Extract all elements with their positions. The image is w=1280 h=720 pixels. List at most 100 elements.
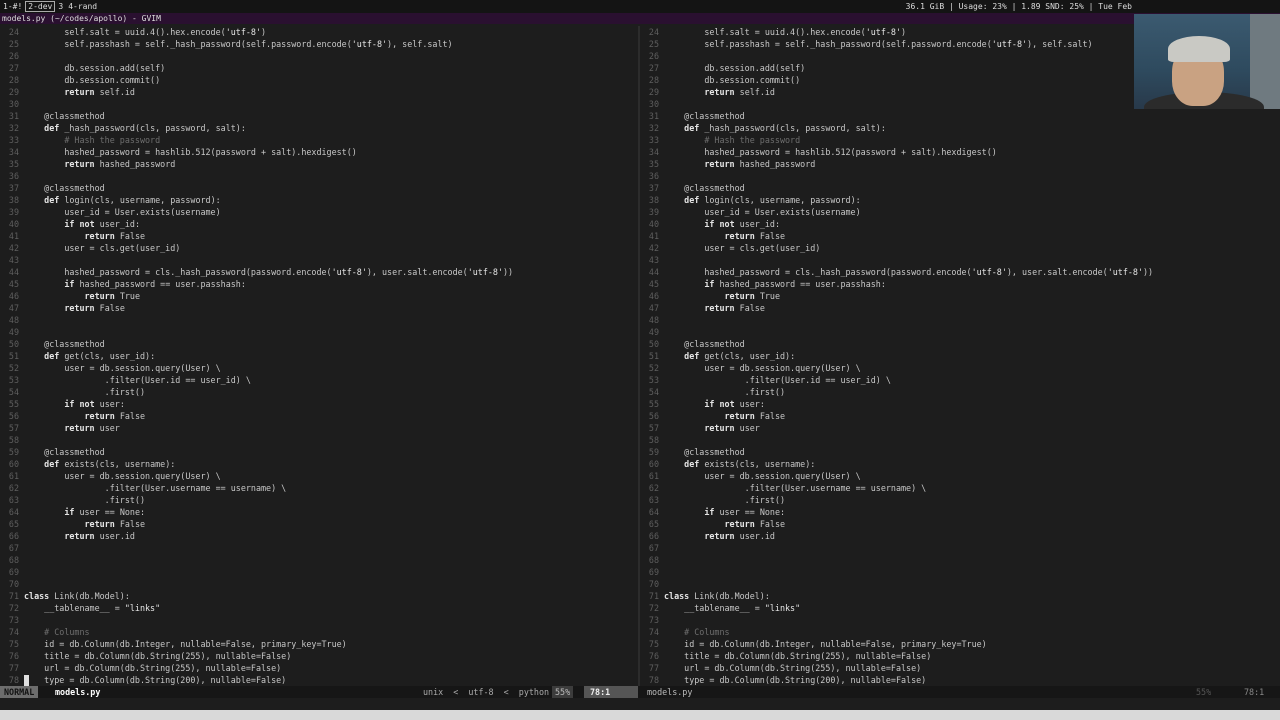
editor-pane-left[interactable]: 24 self.salt = uuid.4().hex.encode('utf-… (0, 26, 638, 686)
code-line[interactable]: 57 return user (640, 422, 1280, 434)
code-line[interactable]: 50 @classmethod (640, 338, 1280, 350)
editor-pane-right[interactable]: 24 self.salt = uuid.4().hex.encode('utf-… (640, 26, 1280, 686)
code-line[interactable]: 66 return user.id (0, 530, 638, 542)
code-line[interactable]: 44 hashed_password = cls._hash_password(… (0, 266, 638, 278)
code-line[interactable]: 73 (640, 614, 1280, 626)
code-line[interactable]: 66 return user.id (640, 530, 1280, 542)
code-line[interactable]: 73 (0, 614, 638, 626)
code-line[interactable]: 58 (640, 434, 1280, 446)
code-line[interactable]: 42 user = cls.get(user_id) (640, 242, 1280, 254)
code-line[interactable]: 38 def login(cls, username, password): (640, 194, 1280, 206)
code-line[interactable]: 50 @classmethod (0, 338, 638, 350)
code-line[interactable]: 32 def _hash_password(cls, password, sal… (640, 122, 1280, 134)
code-line[interactable]: 34 hashed_password = hashlib.512(passwor… (640, 146, 1280, 158)
code-line[interactable]: 67 (640, 542, 1280, 554)
code-line[interactable]: 75 id = db.Column(db.Integer, nullable=F… (0, 638, 638, 650)
code-line[interactable]: 61 user = db.session.query(User) \ (640, 470, 1280, 482)
code-line[interactable]: 48 (0, 314, 638, 326)
code-line[interactable]: 74 # Columns (0, 626, 638, 638)
code-line[interactable]: 25 self.passhash = self._hash_password(s… (0, 38, 638, 50)
code-line[interactable]: 40 if not user_id: (640, 218, 1280, 230)
code-line[interactable]: 41 return False (0, 230, 638, 242)
code-line[interactable]: 35 return hashed_password (0, 158, 638, 170)
code-line[interactable]: 34 hashed_password = hashlib.512(passwor… (0, 146, 638, 158)
code-line[interactable]: 64 if user == None: (0, 506, 638, 518)
code-line[interactable]: 71 class Link(db.Model): (640, 590, 1280, 602)
code-line[interactable]: 28 db.session.commit() (0, 74, 638, 86)
code-line[interactable]: 65 return False (0, 518, 638, 530)
workspace-tab[interactable]: 2-dev (25, 1, 56, 12)
code-line[interactable]: 49 (0, 326, 638, 338)
code-line[interactable]: 77 url = db.Column(db.String(255), nulla… (640, 662, 1280, 674)
code-line[interactable]: 31 @classmethod (640, 110, 1280, 122)
code-line[interactable]: 31 @classmethod (0, 110, 638, 122)
code-line[interactable]: 76 title = db.Column(db.String(255), nul… (640, 650, 1280, 662)
code-line[interactable]: 36 (0, 170, 638, 182)
code-line[interactable]: 78 type = db.Column(db.String(200), null… (640, 674, 1280, 686)
code-line[interactable]: 58 (0, 434, 638, 446)
code-line[interactable]: 55 if not user: (0, 398, 638, 410)
code-line[interactable]: 70 (640, 578, 1280, 590)
code-line[interactable]: 75 id = db.Column(db.Integer, nullable=F… (640, 638, 1280, 650)
code-line[interactable]: 69 (640, 566, 1280, 578)
code-line[interactable]: 37 @classmethod (640, 182, 1280, 194)
code-line[interactable]: 47 return False (640, 302, 1280, 314)
code-line[interactable]: 45 if hashed_password == user.passhash: (0, 278, 638, 290)
code-line[interactable]: 48 (640, 314, 1280, 326)
code-line[interactable]: 53 .filter(User.id == user_id) \ (0, 374, 638, 386)
code-line[interactable]: 54 .first() (640, 386, 1280, 398)
code-line[interactable]: 70 (0, 578, 638, 590)
code-line[interactable]: 55 if not user: (640, 398, 1280, 410)
code-line[interactable]: 40 if not user_id: (0, 218, 638, 230)
code-line[interactable]: 36 (640, 170, 1280, 182)
code-line[interactable]: 38 def login(cls, username, password): (0, 194, 638, 206)
code-line[interactable]: 68 (640, 554, 1280, 566)
code-line[interactable]: 33 # Hash the password (640, 134, 1280, 146)
code-line[interactable]: 63 .first() (640, 494, 1280, 506)
code-line[interactable]: 26 (0, 50, 638, 62)
code-line[interactable]: 60 def exists(cls, username): (0, 458, 638, 470)
code-line[interactable]: 67 (0, 542, 638, 554)
workspace-tab[interactable]: 1-#! (1, 0, 24, 13)
code-line[interactable]: 43 (640, 254, 1280, 266)
code-line[interactable]: 78 type = db.Column(db.String(200), null… (0, 674, 638, 686)
code-line[interactable]: 54 .first() (0, 386, 638, 398)
code-line[interactable]: 37 @classmethod (0, 182, 638, 194)
code-line[interactable]: 77 url = db.Column(db.String(255), nulla… (0, 662, 638, 674)
code-line[interactable]: 51 def get(cls, user_id): (640, 350, 1280, 362)
code-line[interactable]: 45 if hashed_password == user.passhash: (640, 278, 1280, 290)
code-line[interactable]: 24 self.salt = uuid.4().hex.encode('utf-… (0, 26, 638, 38)
code-line[interactable]: 49 (640, 326, 1280, 338)
code-line[interactable]: 63 .first() (0, 494, 638, 506)
code-line[interactable]: 59 @classmethod (0, 446, 638, 458)
command-line[interactable] (0, 698, 1280, 708)
workspace-tab[interactable]: 3 (56, 0, 65, 13)
code-line[interactable]: 53 .filter(User.id == user_id) \ (640, 374, 1280, 386)
code-line[interactable]: 27 db.session.add(self) (0, 62, 638, 74)
code-line[interactable]: 64 if user == None: (640, 506, 1280, 518)
code-line[interactable]: 42 user = cls.get(user_id) (0, 242, 638, 254)
code-line[interactable]: 43 (0, 254, 638, 266)
code-line[interactable]: 57 return user (0, 422, 638, 434)
code-line[interactable]: 62 .filter(User.username == username) \ (0, 482, 638, 494)
code-line[interactable]: 52 user = db.session.query(User) \ (640, 362, 1280, 374)
code-line[interactable]: 52 user = db.session.query(User) \ (0, 362, 638, 374)
code-line[interactable]: 32 def _hash_password(cls, password, sal… (0, 122, 638, 134)
code-line[interactable]: 30 (0, 98, 638, 110)
code-line[interactable]: 72 __tablename__ = "links" (640, 602, 1280, 614)
code-line[interactable]: 44 hashed_password = cls._hash_password(… (640, 266, 1280, 278)
code-line[interactable]: 51 def get(cls, user_id): (0, 350, 638, 362)
code-line[interactable]: 29 return self.id (0, 86, 638, 98)
workspace-tab[interactable]: 4-rand (66, 0, 99, 13)
code-line[interactable]: 39 user_id = User.exists(username) (640, 206, 1280, 218)
code-line[interactable]: 62 .filter(User.username == username) \ (640, 482, 1280, 494)
code-line[interactable]: 74 # Columns (640, 626, 1280, 638)
code-line[interactable]: 60 def exists(cls, username): (640, 458, 1280, 470)
code-line[interactable]: 61 user = db.session.query(User) \ (0, 470, 638, 482)
code-line[interactable]: 76 title = db.Column(db.String(255), nul… (0, 650, 638, 662)
code-line[interactable]: 41 return False (640, 230, 1280, 242)
code-line[interactable]: 33 # Hash the password (0, 134, 638, 146)
code-line[interactable]: 47 return False (0, 302, 638, 314)
code-line[interactable]: 69 (0, 566, 638, 578)
code-line[interactable]: 46 return True (640, 290, 1280, 302)
